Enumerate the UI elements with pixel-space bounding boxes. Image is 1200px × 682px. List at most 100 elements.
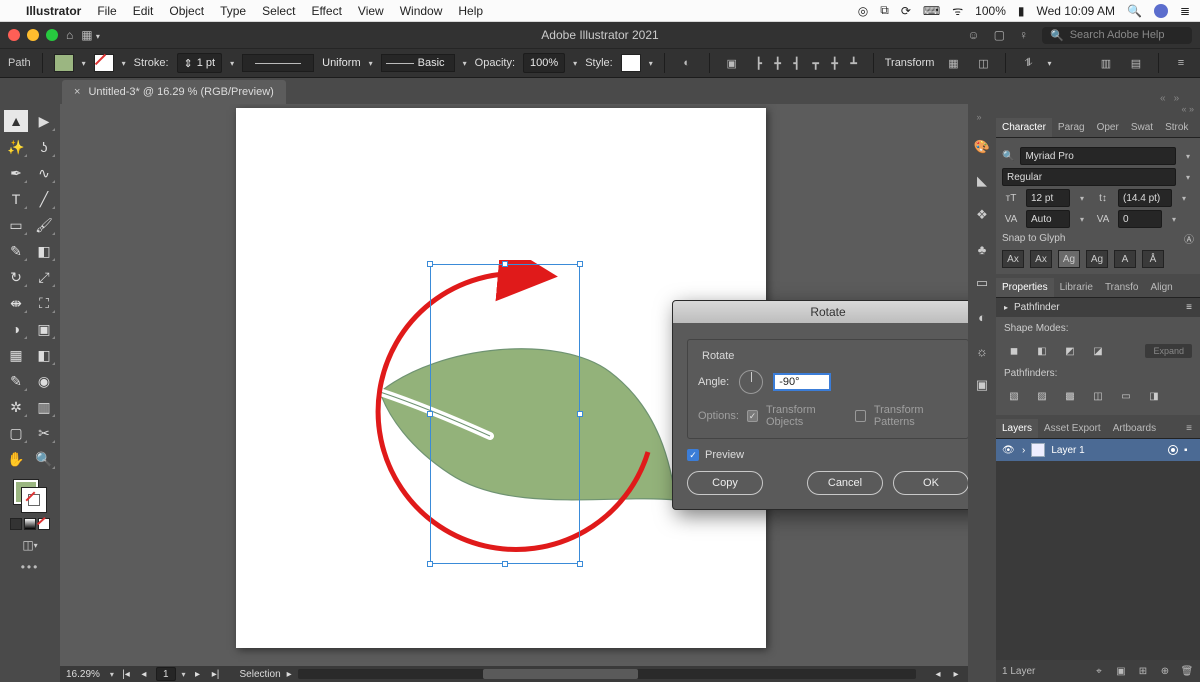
menu-window[interactable]: Window bbox=[400, 4, 443, 18]
unite-icon[interactable]: ◼ bbox=[1004, 342, 1024, 360]
eraser-tool[interactable]: ◧ bbox=[32, 240, 56, 262]
none-mode-icon[interactable] bbox=[38, 518, 50, 530]
divide-icon[interactable]: ▧ bbox=[1004, 387, 1024, 405]
cancel-button[interactable]: Cancel bbox=[807, 471, 883, 495]
stroke-swatch[interactable] bbox=[94, 54, 114, 72]
symbol-spray-tool[interactable]: ✲ bbox=[4, 396, 28, 418]
glyph-a2-icon[interactable]: Å bbox=[1142, 250, 1164, 268]
direct-selection-tool[interactable]: ▶ bbox=[32, 110, 56, 132]
pf-menu-icon[interactable]: ≡ bbox=[1186, 302, 1192, 313]
minimize-window[interactable] bbox=[27, 29, 39, 41]
appearance-panel-icon[interactable]: ☼ bbox=[973, 342, 991, 360]
control-center-icon[interactable]: ≣ bbox=[1180, 4, 1190, 18]
menu-help[interactable]: Help bbox=[458, 4, 483, 18]
align-to-icon[interactable]: ▣ bbox=[721, 52, 743, 74]
first-artboard-icon[interactable]: |◂ bbox=[120, 669, 132, 680]
tab-character[interactable]: Character bbox=[996, 118, 1052, 137]
brushes-panel-icon[interactable]: ♣ bbox=[973, 240, 991, 258]
merge-icon[interactable]: ▩ bbox=[1060, 387, 1080, 405]
ok-button[interactable]: OK bbox=[893, 471, 968, 495]
gradient-panel-icon[interactable]: ◐ bbox=[973, 308, 991, 326]
stroke-color[interactable] bbox=[22, 488, 46, 512]
artboard-tool[interactable]: ▢ bbox=[4, 422, 28, 444]
envelope-dd[interactable]: ▾ bbox=[1047, 59, 1051, 68]
font-style-input[interactable]: Regular bbox=[1002, 168, 1176, 186]
selection-bounding-box[interactable] bbox=[430, 264, 580, 564]
angle-input[interactable]: -90° bbox=[773, 373, 831, 391]
layer-row[interactable]: 👁 › Layer 1 ▪ bbox=[996, 439, 1200, 461]
fill-swatch[interactable] bbox=[54, 54, 74, 72]
selection-tool[interactable]: ▲ bbox=[4, 110, 28, 132]
zoom-level[interactable]: 16.29% bbox=[66, 669, 100, 680]
scroll-left-icon[interactable]: ◂ bbox=[932, 669, 944, 680]
kerning-input[interactable]: Auto bbox=[1026, 210, 1070, 228]
menu-view[interactable]: View bbox=[358, 4, 384, 18]
fullscreen-window[interactable] bbox=[46, 29, 58, 41]
layer-disclosure-icon[interactable]: › bbox=[1022, 445, 1025, 456]
outline-icon[interactable]: ▭ bbox=[1116, 387, 1136, 405]
tab-artboards[interactable]: Artboards bbox=[1107, 419, 1162, 438]
recolor-icon[interactable]: ◐ bbox=[676, 52, 698, 74]
preview-checkbox[interactable]: ✓ bbox=[687, 449, 699, 461]
align-left-icon[interactable]: ┣ bbox=[751, 52, 767, 74]
status-mode-dd[interactable]: ▸ bbox=[287, 669, 292, 680]
minus-back-icon[interactable]: ◨ bbox=[1144, 387, 1164, 405]
zoom-dd[interactable]: ▾ bbox=[110, 670, 114, 679]
shape-builder-tool[interactable]: ◑ bbox=[4, 318, 28, 340]
tracking-input[interactable]: 0 bbox=[1118, 210, 1162, 228]
tab-asset-export[interactable]: Asset Export bbox=[1038, 419, 1107, 438]
tab-libraries[interactable]: Librarie bbox=[1054, 278, 1099, 297]
hand-tool[interactable]: ✋ bbox=[4, 448, 28, 470]
crop-icon[interactable]: ▥ bbox=[1095, 52, 1117, 74]
glyph-ag-icon[interactable]: Ag bbox=[1058, 250, 1080, 268]
shaper-tool[interactable]: ✎ bbox=[4, 240, 28, 262]
magic-wand-tool[interactable]: ✨ bbox=[4, 136, 28, 158]
shape-props-icon[interactable]: ▦ bbox=[942, 52, 964, 74]
kerning-dd[interactable]: ▾ bbox=[1076, 215, 1088, 224]
font-style-dd[interactable]: ▾ bbox=[1182, 173, 1194, 182]
cloud-user-icon[interactable]: ☺ bbox=[967, 28, 979, 42]
app-name[interactable]: Illustrator bbox=[26, 4, 81, 18]
blend-tool[interactable]: ◉ bbox=[32, 370, 56, 392]
visibility-icon[interactable]: 👁 bbox=[1002, 445, 1016, 456]
snap-glyph-toggle-icon[interactable]: Ⓐ bbox=[1184, 231, 1194, 246]
font-dd[interactable]: ▾ bbox=[1182, 152, 1194, 161]
width-tool[interactable]: ⇼ bbox=[4, 292, 28, 314]
graphic-styles-icon[interactable]: ▣ bbox=[973, 376, 991, 394]
wifi-icon[interactable]: ᯤ bbox=[952, 2, 963, 19]
copy-button[interactable]: Copy bbox=[687, 471, 763, 495]
font-size-input[interactable]: 12 pt bbox=[1026, 189, 1070, 207]
color-guide-icon[interactable]: ◣ bbox=[973, 172, 991, 190]
font-family-input[interactable]: Myriad Pro bbox=[1020, 147, 1176, 165]
tab-properties[interactable]: Properties bbox=[996, 278, 1054, 297]
edit-toolbar-icon[interactable]: ••• bbox=[21, 560, 40, 574]
font-size-dd[interactable]: ▾ bbox=[1076, 194, 1088, 203]
opacity-input[interactable]: 100% bbox=[523, 53, 565, 73]
align-top-icon[interactable]: ┳ bbox=[808, 52, 824, 74]
stroke-dropdown[interactable]: ▾ bbox=[122, 59, 126, 68]
free-transform-tool[interactable]: ⛶ bbox=[32, 292, 56, 314]
siri-icon[interactable] bbox=[1154, 4, 1168, 18]
paintbrush-tool[interactable]: 🖌 bbox=[32, 214, 56, 236]
pen-tool[interactable]: ✒ bbox=[4, 162, 28, 184]
variable-width-profile[interactable] bbox=[242, 54, 314, 72]
layers-menu-icon[interactable]: ≡ bbox=[1180, 419, 1200, 438]
type-tool[interactable]: T bbox=[4, 188, 28, 210]
gradient-tool[interactable]: ◧ bbox=[32, 344, 56, 366]
lasso-tool[interactable]: ʖ bbox=[32, 136, 56, 158]
scroll-right-icon[interactable]: ▸ bbox=[950, 669, 962, 680]
glyph-ax-icon[interactable]: Ax bbox=[1002, 250, 1024, 268]
line-tool[interactable]: ╱ bbox=[32, 188, 56, 210]
h-scrollbar[interactable] bbox=[298, 669, 916, 679]
home-icon[interactable]: ⌂ bbox=[66, 28, 73, 42]
stroke-weight-dd[interactable]: ▾ bbox=[230, 59, 234, 68]
exclude-icon[interactable]: ◪ bbox=[1088, 342, 1108, 360]
transform-objects-checkbox[interactable]: ✓ bbox=[747, 410, 758, 422]
crop-pf-icon[interactable]: ◫ bbox=[1088, 387, 1108, 405]
menu-file[interactable]: File bbox=[97, 4, 116, 18]
brush-definition[interactable]: Basic bbox=[381, 54, 455, 72]
close-window[interactable] bbox=[8, 29, 20, 41]
vw-dd[interactable]: ▾ bbox=[369, 59, 373, 68]
align-hcenter-icon[interactable]: ╋ bbox=[770, 52, 786, 74]
new-sublayer-icon[interactable]: ⊞ bbox=[1136, 666, 1150, 677]
